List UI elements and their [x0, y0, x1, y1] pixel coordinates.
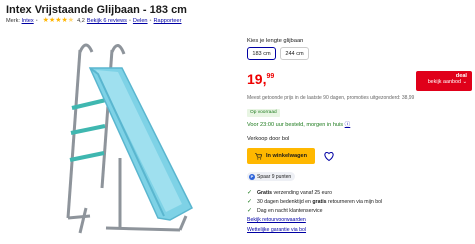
- product-title: Intex Vrijstaande Glijbaan - 183 cm: [6, 4, 187, 16]
- price-cents: 99: [266, 73, 275, 80]
- rating-value: 4,2: [77, 18, 85, 24]
- deal-badge[interactable]: deal bekijk aanbod ⌄: [416, 71, 472, 91]
- seller-info: Verkoop door bol: [247, 136, 290, 142]
- brand-label: Merk:: [6, 18, 20, 24]
- cart-icon: [254, 152, 262, 160]
- separator: •: [149, 18, 152, 24]
- add-to-cart-label: In winkelwagen: [265, 153, 308, 159]
- report-link[interactable]: Rapporteer: [154, 18, 182, 24]
- check-icon: ✓: [247, 208, 253, 214]
- check-icon: ✓: [247, 199, 253, 205]
- rating-stars: ★ ★ ★ ★ ★: [43, 17, 75, 24]
- separator: •: [128, 18, 131, 24]
- price: 19,99: [247, 71, 274, 87]
- usp-item: ✓ 30 dagen bedenktijd en gratis retourne…: [247, 197, 382, 206]
- size-option-label: Kies je lengte glijbaan: [247, 38, 304, 44]
- share-link[interactable]: Delen: [133, 18, 148, 24]
- usp-item: ✓ Dag en nacht klantenservice: [247, 206, 382, 215]
- delivery-text: Voor 23:00 uur besteld, morgen in huis: [247, 122, 344, 128]
- warranty-link[interactable]: Wettelijke garantie via bol: [247, 227, 306, 233]
- stock-badge: Op voorraad: [247, 109, 280, 117]
- add-to-cart-button[interactable]: In winkelwagen: [247, 148, 315, 164]
- lowest-price-text: Meest getoonde prijs in de laatste 90 da…: [247, 95, 415, 101]
- product-image[interactable]: [50, 38, 200, 238]
- price-main: 19,: [247, 71, 267, 87]
- star-half-icon: ★: [67, 17, 75, 24]
- usp-text: Dag en nacht klantenservice: [257, 207, 323, 214]
- size-option-244[interactable]: 244 cm: [280, 47, 309, 60]
- check-icon: ✓: [247, 190, 253, 196]
- size-options: 183 cm 244 cm: [247, 47, 472, 60]
- points-label: Spaar 9 punten: [257, 173, 292, 180]
- chevron-down-icon: ⌄: [462, 79, 467, 85]
- points-icon: P: [249, 173, 255, 180]
- size-option-183[interactable]: 183 cm: [247, 47, 276, 60]
- usp-text: Gratis verzending vanaf 25 euro: [257, 189, 332, 196]
- info-icon[interactable]: ⓘ: [345, 122, 351, 128]
- heart-icon[interactable]: [323, 150, 335, 162]
- returns-link[interactable]: Bekijk retourvoorwaarden: [247, 217, 306, 223]
- product-meta: Merk: Intex • ★ ★ ★ ★ ★ 4,2 Bekijk 6 rev…: [6, 17, 182, 24]
- usp-list: ✓ Gratis verzending vanaf 25 euro ✓ 30 d…: [247, 188, 382, 215]
- separator: •: [35, 18, 38, 24]
- deal-link: bekijk aanbod ⌄: [427, 79, 467, 85]
- usp-item: ✓ Gratis verzending vanaf 25 euro: [247, 188, 382, 197]
- points-badge: P Spaar 9 punten: [247, 172, 296, 181]
- reviews-link[interactable]: Bekijk 6 reviews: [87, 18, 127, 24]
- price-row: 19,99 deal bekijk aanbod ⌄: [247, 71, 472, 93]
- buy-block: Kies je lengte glijbaan 183 cm 244 cm 19…: [247, 38, 472, 233]
- delivery-info: Voor 23:00 uur besteld, morgen in huis ⓘ: [247, 120, 350, 128]
- usp-text: 30 dagen bedenktijd en gratis retournere…: [257, 198, 383, 205]
- brand-link[interactable]: Intex: [22, 18, 34, 24]
